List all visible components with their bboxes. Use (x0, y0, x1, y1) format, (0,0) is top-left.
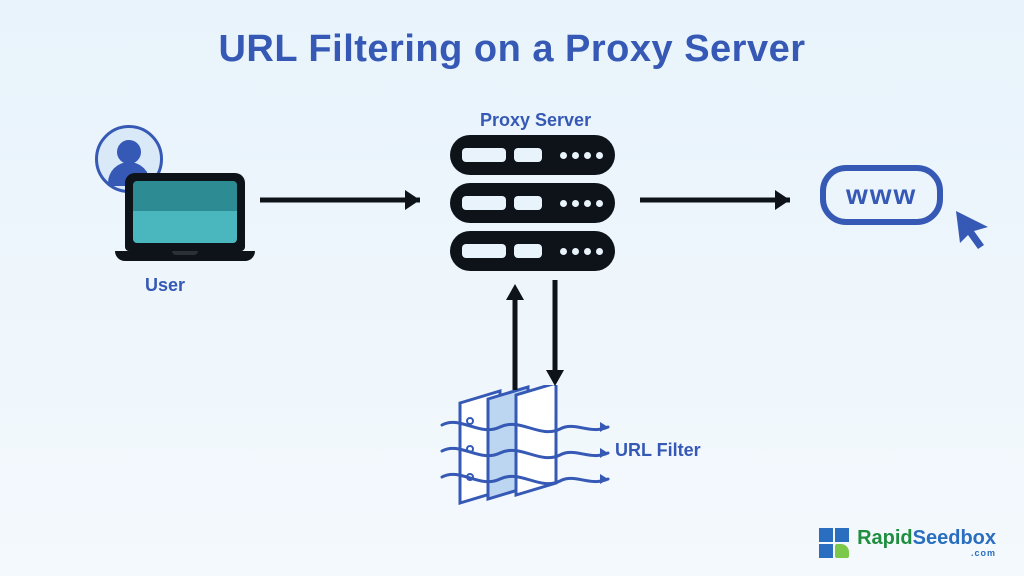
server-rack-icon (450, 135, 615, 175)
url-filter-node (440, 385, 610, 505)
brand-logo: RapidSeedbox .com (819, 527, 996, 558)
proxy-server-label: Proxy Server (480, 110, 591, 131)
filter-icon (440, 385, 620, 515)
user-label: User (145, 275, 185, 296)
proxy-server-node (450, 135, 615, 279)
arrow-filter-to-proxy (500, 280, 530, 390)
laptop-icon (115, 173, 255, 261)
www-badge: www (820, 165, 943, 225)
arrow-proxy-to-web (640, 185, 810, 215)
logo-text: RapidSeedbox .com (857, 527, 996, 558)
url-filter-label: URL Filter (615, 440, 701, 461)
user-node (95, 125, 255, 275)
arrow-user-to-proxy (260, 185, 440, 215)
server-rack-icon (450, 231, 615, 271)
logo-icon (819, 528, 849, 558)
web-node: www (820, 165, 990, 225)
diagram-title: URL Filtering on a Proxy Server (0, 28, 1024, 71)
cursor-icon (950, 207, 994, 251)
server-rack-icon (450, 183, 615, 223)
arrow-proxy-to-filter (540, 280, 570, 390)
